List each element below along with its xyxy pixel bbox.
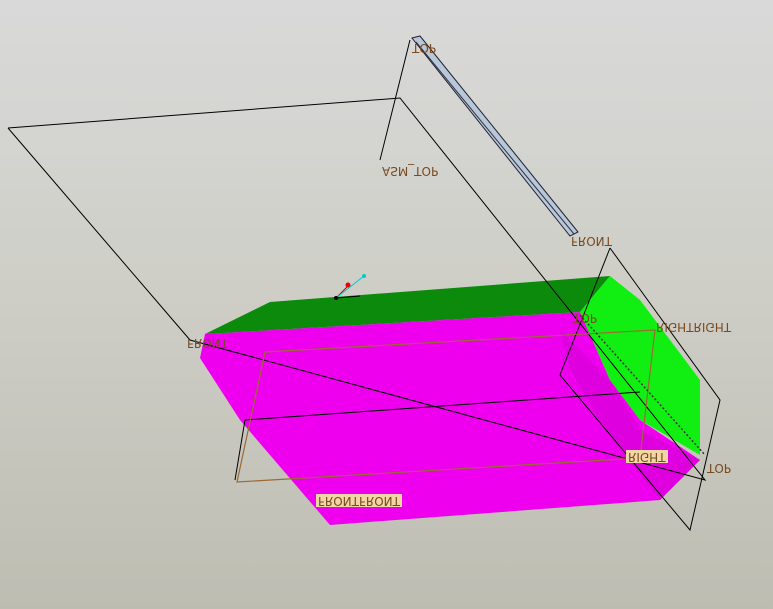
label-asm-top[interactable]: ASM_TOP: [382, 164, 438, 178]
rail-edge: [415, 41, 575, 235]
datum-plane-top-vertical[interactable]: [379, 39, 411, 161]
3d-model-viewport[interactable]: TOP ASM_TOP FRONT FRONT TOP RIGHTRIGHT R…: [0, 0, 773, 609]
label-right[interactable]: RIGHT: [626, 450, 668, 464]
label-top-1[interactable]: TOP: [412, 41, 436, 55]
label-frontfront[interactable]: FRONTFRONT: [316, 494, 402, 508]
label-top-2[interactable]: TOP: [573, 311, 597, 325]
label-front-1[interactable]: FRONT: [571, 234, 612, 248]
label-right-right[interactable]: RIGHTRIGHT: [656, 320, 731, 334]
rail-part[interactable]: [411, 35, 579, 237]
label-front-2[interactable]: FRONT: [187, 336, 228, 350]
label-top-3[interactable]: TOP: [707, 461, 731, 475]
assembly-scene: [7, 35, 721, 532]
